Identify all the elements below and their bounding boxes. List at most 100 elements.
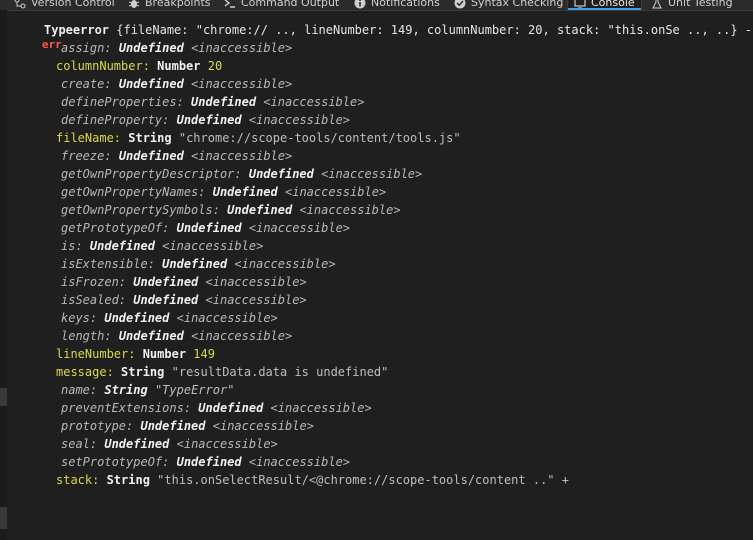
property-row[interactable]: isFrozen: Undefined <inaccessible> bbox=[61, 273, 307, 291]
gutter-marker bbox=[0, 388, 7, 406]
property-value: <inaccessible> bbox=[176, 437, 278, 451]
property-value: <inaccessible> bbox=[270, 401, 372, 415]
tab-label: Breakpoints bbox=[145, 0, 211, 9]
property-type: Undefined bbox=[104, 437, 170, 451]
flask-icon bbox=[652, 0, 662, 8]
tab-command-output[interactable]: Command Output bbox=[224, 0, 339, 10]
property-key: is bbox=[61, 239, 76, 253]
property-row[interactable]: defineProperties: Undefined <inaccessibl… bbox=[61, 93, 364, 111]
property-key: isExtensible bbox=[61, 257, 148, 271]
property-row[interactable]: isSealed: Undefined <inaccessible> bbox=[61, 291, 307, 309]
property-value: "this.onSelectResult/<@chrome://scope-to… bbox=[157, 473, 569, 487]
property-row[interactable]: prototype: Undefined <inaccessible> bbox=[61, 417, 314, 435]
property-colon: : bbox=[176, 95, 192, 109]
property-type: Undefined bbox=[227, 203, 293, 217]
property-value: <inaccessible> bbox=[248, 221, 351, 235]
property-row[interactable]: stack: String "this.onSelectResult/<@chr… bbox=[56, 471, 569, 489]
tab-label: Syntax Checking bbox=[471, 0, 564, 9]
property-row[interactable]: isExtensible: Undefined <inaccessible> bbox=[61, 255, 336, 273]
tab-label: Console bbox=[591, 0, 635, 9]
property-colon: : bbox=[113, 131, 129, 145]
tab-notifications[interactable]: Notifications bbox=[354, 0, 440, 10]
property-value: <inaccessible> bbox=[205, 293, 307, 307]
property-key: fileName bbox=[56, 131, 114, 145]
property-type: Undefined bbox=[118, 149, 184, 163]
property-key: preventExtensions bbox=[61, 401, 184, 415]
property-row[interactable]: length: Undefined <inaccessible> bbox=[61, 327, 292, 345]
property-value: <inaccessible> bbox=[234, 257, 336, 271]
property-row[interactable]: seal: Undefined <inaccessible> bbox=[61, 435, 278, 453]
property-row[interactable]: name: String "TypeError" bbox=[61, 381, 234, 399]
property-colon: : bbox=[104, 149, 119, 163]
property-row[interactable]: fileName: String "chrome://scope-tools/c… bbox=[56, 129, 461, 147]
property-row[interactable]: message: String "resultData.data is unde… bbox=[56, 363, 388, 381]
property-key: prototype bbox=[61, 419, 127, 433]
tab-label: Command Output bbox=[241, 0, 340, 9]
property-value: 20 bbox=[207, 59, 223, 73]
property-key: defineProperties bbox=[61, 95, 177, 109]
property-type: Undefined bbox=[118, 41, 184, 55]
tab-label: Unit Testing bbox=[668, 0, 733, 9]
property-type: Number bbox=[142, 347, 187, 361]
property-row[interactable]: getPrototypeOf: Undefined <inaccessible> bbox=[61, 219, 350, 237]
property-colon: : bbox=[75, 239, 90, 253]
property-row[interactable]: getOwnPropertyDescriptor: Undefined <ina… bbox=[61, 165, 422, 183]
tab-breakpoints[interactable]: Breakpoints bbox=[128, 0, 211, 10]
property-key: getOwnPropertySymbols bbox=[61, 203, 213, 217]
property-row[interactable]: is: Undefined <inaccessible> bbox=[61, 237, 263, 255]
property-row[interactable]: columnNumber: Number 20 bbox=[56, 57, 222, 75]
property-row[interactable]: keys: Undefined <inaccessible> bbox=[61, 309, 278, 327]
tab-console[interactable]: Console bbox=[567, 0, 642, 10]
property-key: isFrozen bbox=[61, 275, 119, 289]
property-type: Undefined bbox=[162, 257, 228, 271]
property-row[interactable]: setPrototypeOf: Undefined <inaccessible> bbox=[61, 453, 350, 471]
property-key: getOwnPropertyNames bbox=[61, 185, 199, 199]
property-row[interactable]: getOwnPropertyNames: Undefined <inaccess… bbox=[61, 183, 386, 201]
property-row[interactable]: lineNumber: Number 149 bbox=[56, 345, 215, 363]
property-key: keys bbox=[61, 311, 90, 325]
property-value: <inaccessible> bbox=[176, 311, 278, 325]
property-row[interactable]: defineProperty: Undefined <inaccessible> bbox=[61, 111, 350, 129]
tab-label: Version Control bbox=[31, 0, 115, 9]
tab-syntax-checking[interactable]: Syntax Checking bbox=[454, 0, 563, 10]
error-summary[interactable]: Typeerror {fileName: "chrome:// .., line… bbox=[44, 21, 752, 39]
property-value: <inaccessible> bbox=[212, 419, 314, 433]
info-icon bbox=[354, 0, 366, 8]
property-colon: : bbox=[128, 347, 143, 361]
property-key: create bbox=[61, 77, 105, 91]
property-type: Undefined bbox=[212, 185, 278, 199]
property-type: String bbox=[106, 473, 150, 487]
property-row[interactable]: freeze: Undefined <inaccessible> bbox=[61, 147, 292, 165]
property-type: Undefined bbox=[133, 275, 199, 289]
property-colon: : bbox=[89, 383, 105, 397]
property-key: stack bbox=[56, 473, 93, 487]
property-value: 149 bbox=[193, 347, 215, 361]
property-value: <inaccessible> bbox=[299, 203, 401, 217]
check-icon bbox=[454, 0, 466, 8]
version-control-icon bbox=[14, 0, 26, 8]
tab-unit-testing[interactable]: Unit Testing bbox=[651, 0, 733, 10]
property-value: <inaccessible> bbox=[263, 95, 365, 109]
property-colon: : bbox=[234, 167, 249, 181]
property-row[interactable]: getOwnPropertySymbols: Undefined <inacce… bbox=[61, 201, 401, 219]
property-row[interactable]: assign: Undefined <inaccessible> bbox=[61, 39, 292, 57]
property-type: Undefined bbox=[176, 113, 242, 127]
property-type: Undefined bbox=[140, 419, 206, 433]
property-colon: : bbox=[162, 455, 177, 469]
tab-version-control[interactable]: Version Control bbox=[14, 0, 115, 10]
property-row[interactable]: create: Undefined <inaccessible> bbox=[61, 75, 292, 93]
property-key: seal bbox=[61, 437, 90, 451]
property-row[interactable]: preventExtensions: Undefined <inaccessib… bbox=[61, 399, 372, 417]
console-icon bbox=[574, 0, 586, 8]
property-colon: : bbox=[104, 41, 119, 55]
bug-icon bbox=[128, 0, 140, 8]
